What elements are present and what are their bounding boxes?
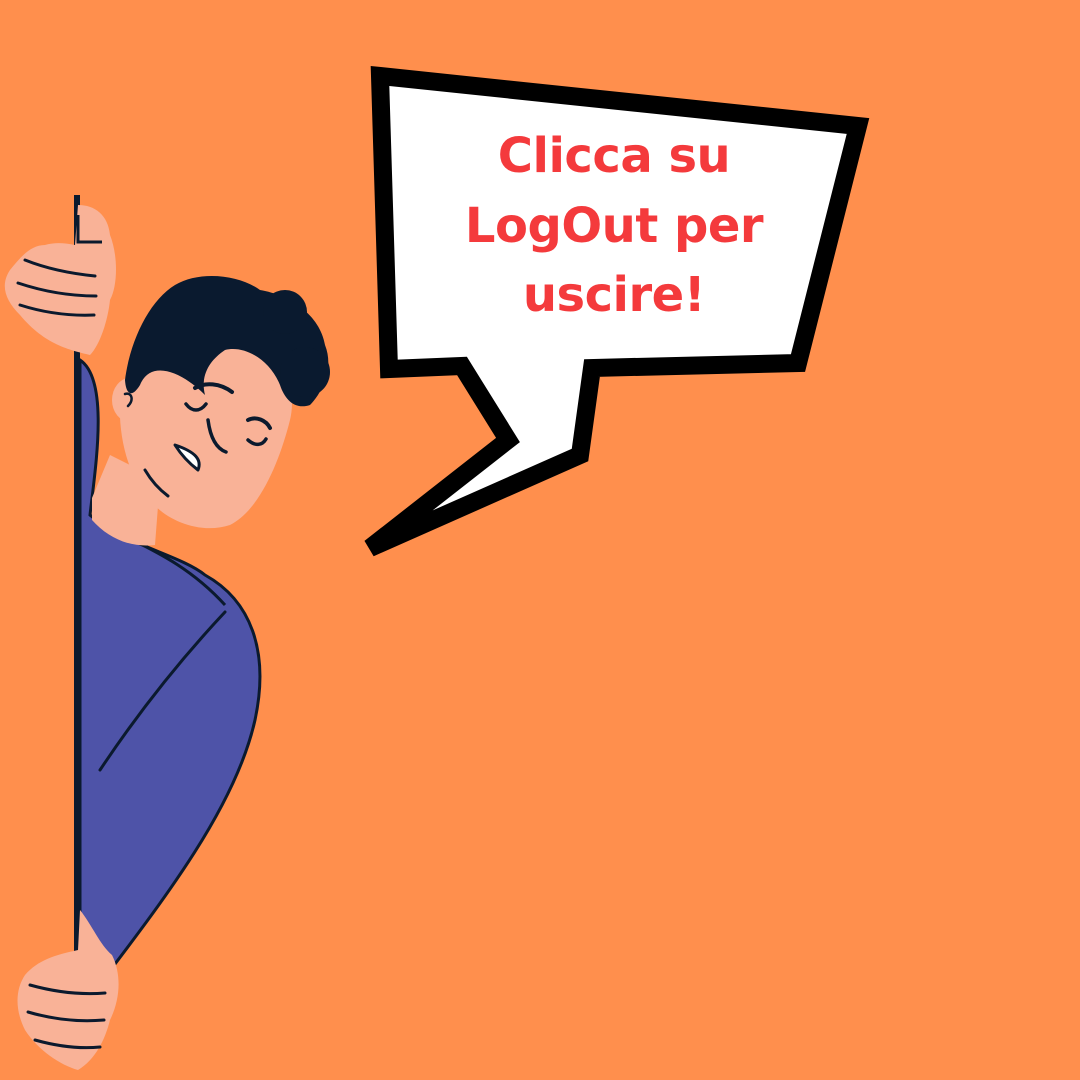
speech-bubble-text: Clicca su LogOut per uscire! [440,122,788,331]
illustration-canvas: Clicca su LogOut per uscire! [0,0,1080,1080]
hair-curl [280,347,330,397]
hair-curl [263,290,307,334]
speech-line-3: uscire! [522,267,706,324]
speech-line-1: Clicca su [497,128,731,184]
top-hand [4,205,116,355]
speech-line-2: LogOut per [464,197,764,254]
